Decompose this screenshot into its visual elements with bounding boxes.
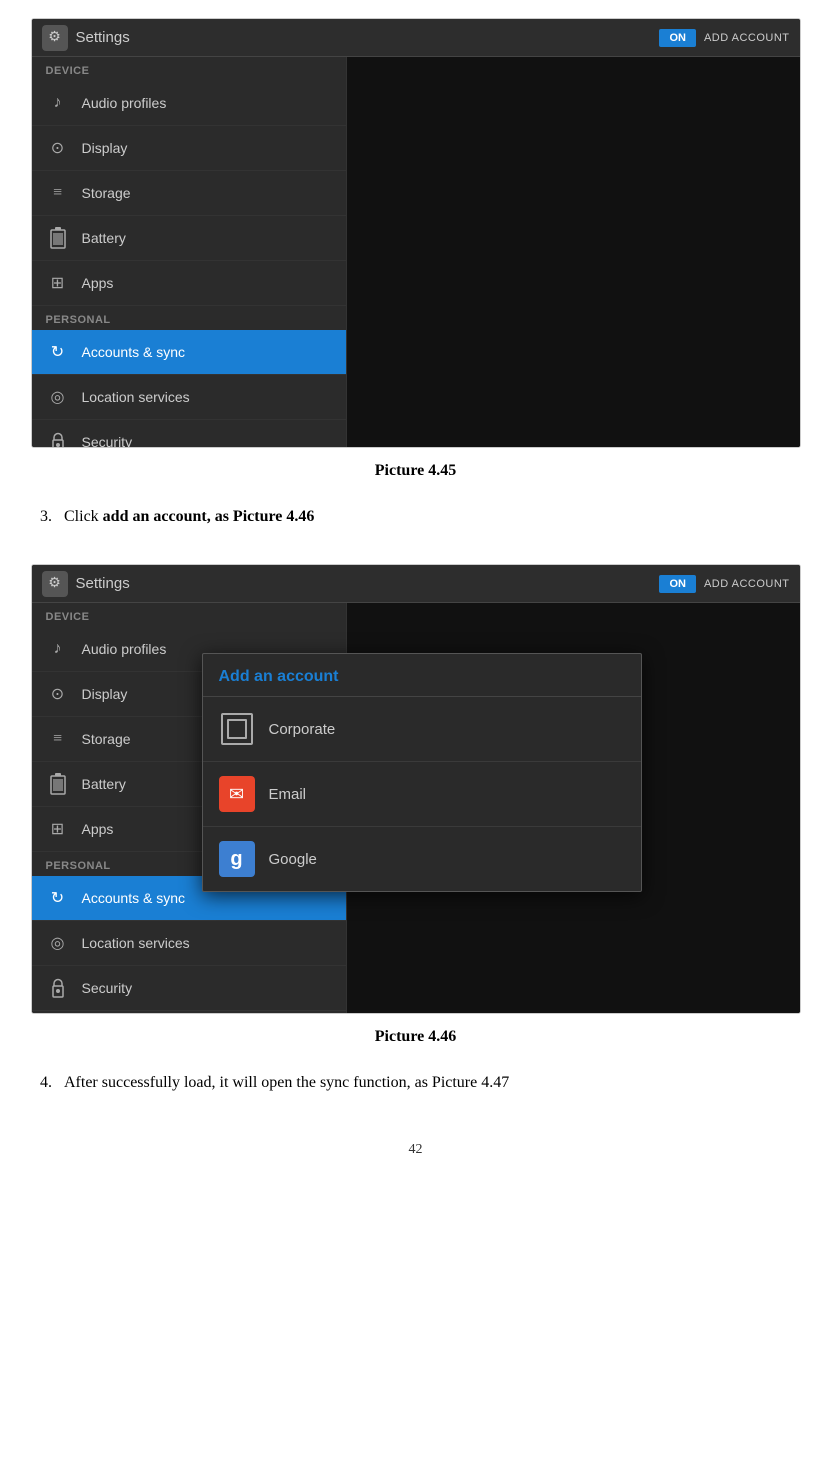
sidebar-item-accounts-sync-1[interactable]: ↻ Accounts & sync bbox=[32, 330, 346, 375]
email-label: Email bbox=[269, 786, 307, 803]
sidebar-item-display-1[interactable]: ⊙ Display bbox=[32, 126, 346, 171]
sync-icon-2: ↻ bbox=[46, 886, 70, 910]
display-icon-2: ⊙ bbox=[46, 682, 70, 706]
storage-label-2: Storage bbox=[82, 731, 131, 747]
step-4-num: 4. bbox=[40, 1074, 52, 1091]
audio-label-1: Audio profiles bbox=[82, 95, 167, 111]
apps-label-2: Apps bbox=[82, 821, 114, 837]
instruction-4: 4. After successfully load, it will open… bbox=[0, 1066, 831, 1112]
on-button-2[interactable]: ON bbox=[659, 575, 696, 593]
section-personal-1: PERSONAL bbox=[32, 306, 346, 330]
caption-2: Picture 4.46 bbox=[375, 1014, 456, 1066]
caption-1: Picture 4.45 bbox=[375, 448, 456, 500]
security-label-2: Security bbox=[82, 980, 133, 996]
add-account-button-2[interactable]: ADD ACCOUNT bbox=[704, 578, 790, 590]
battery-icon-2 bbox=[46, 772, 70, 796]
location-icon-1: ◎ bbox=[46, 385, 70, 409]
security-icon-1 bbox=[46, 430, 70, 448]
display-icon-1: ⊙ bbox=[46, 136, 70, 160]
sidebar-item-battery-1[interactable]: Battery bbox=[32, 216, 346, 261]
apps-icon-2: ⊞ bbox=[46, 817, 70, 841]
add-account-dialog: Add an account Corporate Email g bbox=[202, 653, 642, 892]
corp-icon-shape bbox=[221, 713, 253, 745]
apps-icon-1: ⊞ bbox=[46, 271, 70, 295]
settings-icon-2: ⚙ bbox=[42, 571, 68, 597]
security-icon-2 bbox=[46, 976, 70, 1000]
screen-body-1: DEVICE ♪ Audio profiles ⊙ Display ≡ Stor… bbox=[32, 57, 800, 447]
instruction-3-bold: add an account, as Picture 4.46 bbox=[103, 508, 315, 525]
dialog-item-google[interactable]: g Google bbox=[203, 827, 641, 891]
screen-body-2: DEVICE ♪ Audio profiles ⊙ Display ≡ Stor… bbox=[32, 603, 800, 1013]
dialog-item-email[interactable]: Email bbox=[203, 762, 641, 827]
sidebar-item-security-2[interactable]: Security bbox=[32, 966, 346, 1011]
storage-icon-2: ≡ bbox=[46, 727, 70, 751]
audio-icon-1: ♪ bbox=[46, 91, 70, 115]
corporate-icon bbox=[219, 711, 255, 747]
location-label-2: Location services bbox=[82, 935, 190, 951]
storage-icon-1: ≡ bbox=[46, 181, 70, 205]
section-device-1: DEVICE bbox=[32, 57, 346, 81]
page-body: ⚙ Settings ON ADD ACCOUNT DEVICE ♪ Audio… bbox=[0, 0, 831, 500]
battery-label-1: Battery bbox=[82, 230, 126, 246]
google-icon: g bbox=[219, 841, 255, 877]
location-label-1: Location services bbox=[82, 389, 190, 405]
section-device-2: DEVICE bbox=[32, 603, 346, 627]
settings-icon-1: ⚙ bbox=[42, 25, 68, 51]
page-number: 42 bbox=[0, 1112, 831, 1168]
sidebar-item-location-1[interactable]: ◎ Location services bbox=[32, 375, 346, 420]
settings-title-2: Settings bbox=[76, 575, 660, 592]
location-icon-2: ◎ bbox=[46, 931, 70, 955]
storage-label-1: Storage bbox=[82, 185, 131, 201]
audio-label-2: Audio profiles bbox=[82, 641, 167, 657]
on-button-1[interactable]: ON bbox=[659, 29, 696, 47]
settings-bar-1: ⚙ Settings ON ADD ACCOUNT bbox=[32, 19, 800, 57]
display-label-2: Display bbox=[82, 686, 128, 702]
apps-label-1: Apps bbox=[82, 275, 114, 291]
email-icon bbox=[219, 776, 255, 812]
corporate-label: Corporate bbox=[269, 721, 336, 738]
dialog-title: Add an account bbox=[203, 654, 641, 697]
sidebar-item-storage-1[interactable]: ≡ Storage bbox=[32, 171, 346, 216]
step-4-text: After successfully load, it will open th… bbox=[64, 1074, 509, 1091]
battery-icon-1 bbox=[46, 226, 70, 250]
screenshot-1: ⚙ Settings ON ADD ACCOUNT DEVICE ♪ Audio… bbox=[31, 18, 801, 448]
screen-right-1 bbox=[347, 57, 800, 447]
dialog-item-corporate[interactable]: Corporate bbox=[203, 697, 641, 762]
accounts-sync-label-2: Accounts & sync bbox=[82, 890, 186, 906]
security-label-1: Security bbox=[82, 434, 133, 448]
settings-bar-2: ⚙ Settings ON ADD ACCOUNT bbox=[32, 565, 800, 603]
battery-label-2: Battery bbox=[82, 776, 126, 792]
google-label: Google bbox=[269, 851, 317, 868]
sync-icon-1: ↻ bbox=[46, 340, 70, 364]
email-icon-shape bbox=[219, 776, 255, 812]
sidebar-item-location-2[interactable]: ◎ Location services bbox=[32, 921, 346, 966]
settings-title-1: Settings bbox=[76, 29, 660, 46]
step-3-num: 3. bbox=[40, 508, 52, 525]
google-icon-shape: g bbox=[219, 841, 255, 877]
screenshot-2: ⚙ Settings ON ADD ACCOUNT DEVICE ♪ Audio… bbox=[31, 564, 801, 1014]
instruction-3: 3. Click add an account, as Picture 4.46 bbox=[0, 500, 831, 546]
add-account-button-1[interactable]: ADD ACCOUNT bbox=[704, 32, 790, 44]
audio-icon-2: ♪ bbox=[46, 637, 70, 661]
accounts-sync-label-1: Accounts & sync bbox=[82, 344, 186, 360]
screenshot-2-wrapper: ⚙ Settings ON ADD ACCOUNT DEVICE ♪ Audio… bbox=[0, 546, 831, 1066]
display-label-1: Display bbox=[82, 140, 128, 156]
sidebar-1: DEVICE ♪ Audio profiles ⊙ Display ≡ Stor… bbox=[32, 57, 347, 447]
sidebar-item-security-1[interactable]: Security bbox=[32, 420, 346, 448]
sidebar-item-apps-1[interactable]: ⊞ Apps bbox=[32, 261, 346, 306]
sidebar-item-language-2[interactable]: Language & input bbox=[32, 1011, 346, 1014]
sidebar-item-audio-profiles-1[interactable]: ♪ Audio profiles bbox=[32, 81, 346, 126]
